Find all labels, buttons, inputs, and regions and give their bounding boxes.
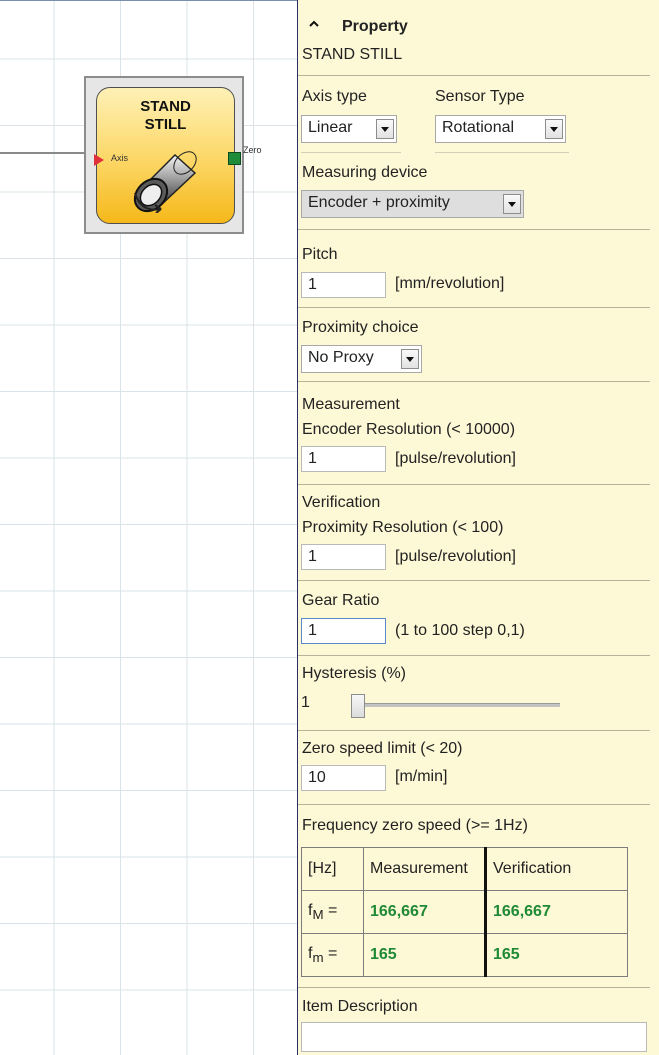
- hysteresis-slider-track[interactable]: [355, 703, 560, 707]
- frequency-zero-speed-label: Frequency zero speed (>= 1Hz): [302, 817, 528, 834]
- proximity-choice-value: No Proxy: [308, 349, 374, 366]
- pitch-unit: [mm/revolution]: [395, 275, 505, 292]
- measuring-device-value: Encoder + proximity: [308, 194, 450, 211]
- zero-speed-limit-input[interactable]: 10: [301, 765, 386, 791]
- divider: [298, 75, 650, 76]
- axis-type-label: Axis type: [302, 88, 367, 105]
- encoder-resolution-input[interactable]: 1: [301, 446, 386, 472]
- property-panel: Property STAND STILL Axis type Linear Se…: [298, 0, 659, 1055]
- block-title: STAND STILL: [140, 98, 191, 133]
- fM-verification-value: 166,667: [484, 890, 628, 934]
- encoder-resolution-label: Encoder Resolution (< 10000): [302, 421, 516, 438]
- proximity-choice-select[interactable]: No Proxy: [301, 345, 422, 373]
- zero-output-pin[interactable]: [228, 152, 241, 165]
- table-header-cell: Measurement: [363, 847, 486, 891]
- item-description-input[interactable]: [301, 1022, 647, 1052]
- gear-ratio-hint: (1 to 100 step 0,1): [395, 622, 525, 639]
- hysteresis-slider-thumb[interactable]: [351, 694, 365, 718]
- stand-still-block[interactable]: STAND STILL Axis Zero: [84, 76, 262, 234]
- proximity-resolution-label: Proximity Resolution (< 100): [302, 519, 504, 536]
- divider: [298, 730, 650, 731]
- chevron-down-icon[interactable]: [401, 349, 419, 369]
- hysteresis-label: Hysteresis (%): [302, 665, 407, 682]
- divider: [298, 381, 650, 382]
- encoder-resolution-unit: [pulse/revolution]: [395, 450, 516, 467]
- block-body: STAND STILL Axis Zero: [94, 87, 262, 224]
- divider: [298, 987, 650, 988]
- divider: [301, 152, 401, 153]
- property-header: Property: [342, 18, 408, 35]
- item-description-label: Item Description: [302, 998, 418, 1015]
- zero-speed-limit-unit: [m/min]: [395, 768, 448, 785]
- table-header-row: [Hz] Measurement Verification: [301, 847, 628, 891]
- pitch-input[interactable]: 1: [301, 272, 386, 298]
- measurement-title: Measurement: [302, 396, 400, 413]
- pitch-label: Pitch: [302, 246, 338, 263]
- table-row-label: fm =: [301, 933, 364, 977]
- frequency-table: [Hz] Measurement Verification fM = 166,6…: [301, 847, 628, 977]
- divider: [298, 804, 650, 805]
- block-name: STAND STILL: [302, 46, 403, 63]
- divider: [435, 152, 569, 153]
- axis-input-wire[interactable]: [0, 152, 94, 154]
- gear-ratio-input[interactable]: 1: [301, 618, 386, 644]
- divider: [298, 655, 650, 656]
- gear-ratio-label: Gear Ratio: [302, 592, 380, 609]
- chevron-down-icon[interactable]: [545, 119, 563, 139]
- chevron-down-icon[interactable]: [503, 194, 521, 214]
- fM-measurement-value: 166,667: [363, 890, 486, 934]
- divider: [298, 580, 650, 581]
- divider: [298, 484, 650, 485]
- table-header-cell: Verification: [484, 847, 628, 891]
- axis-type-value: Linear: [308, 119, 353, 136]
- table-row: fm = 165 165: [301, 933, 628, 977]
- measuring-device-label: Measuring device: [302, 164, 428, 181]
- measuring-device-select[interactable]: Encoder + proximity: [301, 190, 524, 218]
- axis-type-select[interactable]: Linear: [301, 115, 397, 143]
- table-row: fM = 166,667 166,667: [301, 890, 628, 934]
- hysteresis-value: 1: [301, 694, 310, 711]
- rotating-shaft-icon: [133, 151, 197, 213]
- proximity-resolution-unit: [pulse/revolution]: [395, 548, 516, 565]
- proximity-resolution-input[interactable]: 1: [301, 544, 386, 570]
- sensor-type-label: Sensor Type: [435, 88, 525, 105]
- sensor-type-select[interactable]: Rotational: [435, 115, 566, 143]
- table-header-cell: [Hz]: [301, 847, 364, 891]
- fm-measurement-value: 165: [363, 933, 486, 977]
- proximity-choice-label: Proximity choice: [302, 319, 419, 336]
- zero-speed-limit-label: Zero speed limit (< 20): [302, 740, 463, 757]
- chevron-down-icon[interactable]: [376, 119, 394, 139]
- axis-input-pin[interactable]: [94, 154, 104, 166]
- table-row-label: fM =: [301, 890, 364, 934]
- fm-verification-value: 165: [484, 933, 628, 977]
- canvas-top-border: [0, 0, 297, 1]
- sensor-type-value: Rotational: [442, 119, 515, 136]
- verification-title: Verification: [302, 494, 381, 511]
- chevron-up-icon[interactable]: [308, 18, 320, 30]
- zero-pin-label: Zero: [243, 145, 262, 155]
- divider: [298, 229, 650, 230]
- divider: [298, 307, 650, 308]
